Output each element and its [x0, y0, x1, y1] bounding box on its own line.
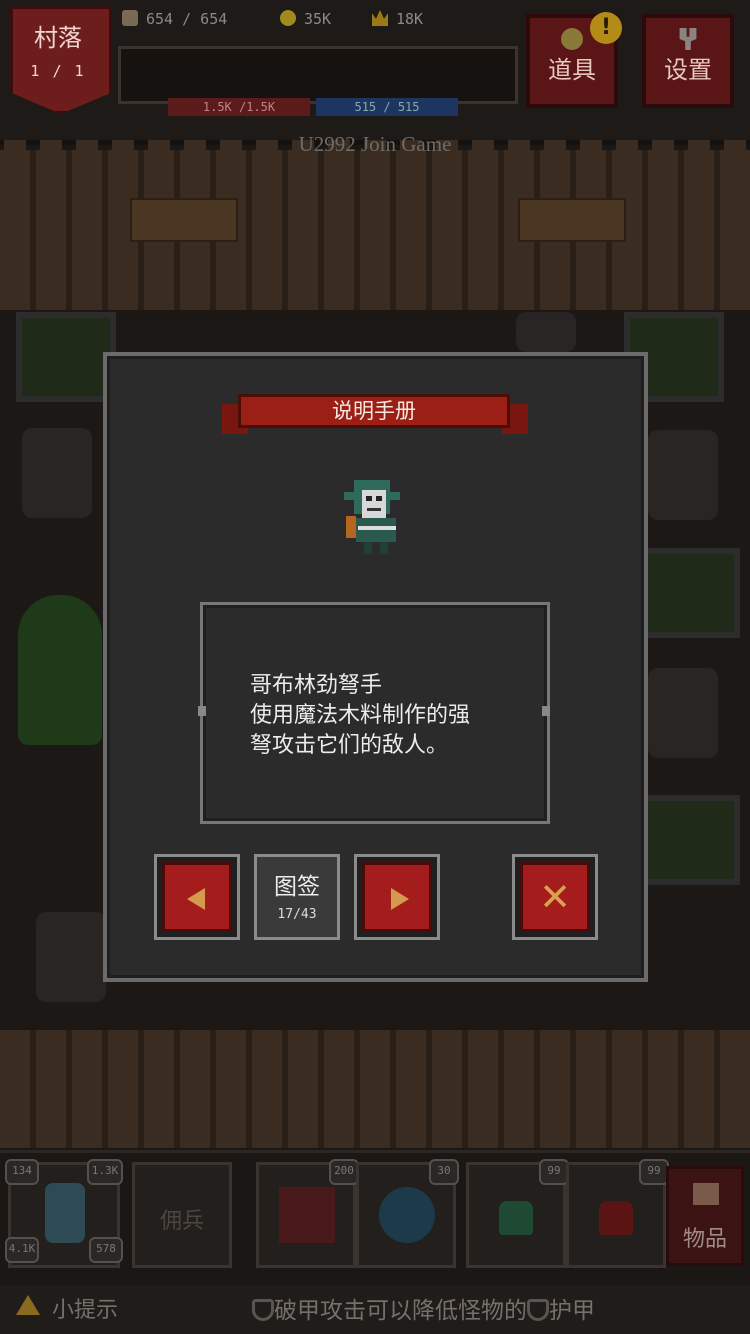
tip-text-part2: 护甲 — [549, 1298, 595, 1324]
items-button[interactable]: 物品 — [666, 1166, 744, 1266]
previous-button[interactable] — [154, 854, 240, 940]
goblin-crossbowman-sprite — [344, 480, 400, 554]
crown-icon — [372, 10, 388, 26]
settings-button[interactable]: 设置 — [642, 14, 734, 108]
mercenary-slot[interactable]: 佣兵 — [132, 1162, 232, 1268]
description-line: 弩攻击它们的敌人。 — [250, 733, 449, 758]
top-fence — [0, 140, 750, 310]
skill-badge: 200 — [329, 1159, 359, 1185]
monster-name: 哥布林劲弩手 — [250, 673, 383, 698]
warning-icon — [16, 1295, 40, 1315]
notification-badge: ! — [590, 12, 622, 44]
potion-badge: 99 — [639, 1159, 669, 1185]
box-notch-right — [542, 706, 550, 716]
red-potion-icon — [599, 1201, 633, 1235]
potion-slot-red[interactable]: 99 — [566, 1159, 669, 1268]
market-stall-roof — [518, 198, 626, 242]
mp-bar: 515 / 515 — [316, 98, 458, 116]
crossed-swords-icon — [279, 1187, 335, 1243]
arrow-right-icon — [391, 888, 409, 910]
gold-stat: 35K — [280, 10, 331, 28]
coin-icon — [280, 10, 296, 26]
garden-plot[interactable] — [640, 548, 740, 638]
skill-slot-crossed-swords[interactable]: 200 — [256, 1159, 359, 1268]
previous-button-face — [162, 862, 232, 932]
village-level: 1 / 1 — [30, 62, 86, 80]
potion-slot-green[interactable]: 99 — [466, 1159, 569, 1268]
crown-stat: 18K — [372, 10, 423, 28]
tip-text: 破甲攻击可以降低怪物的 护甲 — [252, 1291, 595, 1325]
settings-label: 设置 — [664, 56, 712, 84]
description-line: 使用魔法木料制作的强 — [250, 703, 471, 728]
next-button-face — [362, 862, 432, 932]
arrow-left-icon — [187, 888, 205, 910]
items-label: 物品 — [682, 1227, 727, 1252]
hero-slot[interactable]: 134 1.3K 4.1K 578 — [5, 1159, 123, 1268]
village-title: 村落 — [34, 24, 82, 52]
villager-npc[interactable] — [516, 312, 576, 352]
villager-npc[interactable] — [22, 428, 92, 518]
box-notch-left — [198, 706, 206, 716]
skill-badge: 30 — [429, 1159, 459, 1185]
skill-slot-shield[interactable]: 30 — [356, 1159, 459, 1268]
hero-portrait — [45, 1183, 85, 1243]
inventory-stat: 654 / 654 — [122, 10, 227, 28]
tip-text-part1: 破甲攻击可以降低怪物的 — [274, 1298, 527, 1324]
guide-count: 17/43 — [277, 907, 317, 922]
garden-plot[interactable] — [16, 312, 116, 402]
hero-stat-badge: 1.3K — [87, 1159, 123, 1185]
mercenary-label: 佣兵 — [159, 1209, 204, 1234]
next-button[interactable] — [354, 854, 440, 940]
garden-plot[interactable] — [640, 795, 740, 885]
green-potion-icon — [499, 1201, 533, 1235]
villager-npc[interactable] — [648, 430, 718, 520]
close-button[interactable]: ✕ — [512, 854, 598, 940]
wrench-icon — [679, 28, 697, 50]
potion-icon — [561, 28, 583, 50]
potion-badge: 99 — [539, 1159, 569, 1185]
chest-icon — [693, 1183, 719, 1205]
knight-npc[interactable] — [648, 668, 718, 758]
armor-icon — [527, 1299, 549, 1321]
close-button-face: ✕ — [520, 862, 590, 932]
tip-label: 小提示 — [52, 1298, 119, 1323]
hero-stat-badge: 134 — [5, 1159, 39, 1185]
progress-frame — [118, 46, 518, 104]
hero-stat-badge: 578 — [89, 1237, 123, 1263]
hp-bar: 1.5K /1.5K — [168, 98, 310, 116]
hero-stat-badge: 4.1K — [5, 1237, 39, 1263]
tree — [18, 595, 102, 745]
armor-break-icon — [252, 1299, 274, 1321]
market-stall-roof — [130, 198, 238, 242]
bag-icon — [122, 10, 138, 26]
dialog-title: 说明手册 — [332, 399, 416, 423]
shield-person-icon — [379, 1187, 435, 1243]
bottom-fence — [0, 1030, 750, 1148]
items-tool-label: 道具 — [548, 56, 596, 84]
guide-label: 图签 — [274, 874, 320, 900]
guide-button[interactable]: 图签 17/43 — [254, 854, 340, 940]
close-icon: ✕ — [539, 875, 571, 919]
join-game-text: U2992 Join Game — [298, 132, 452, 156]
villager-npc[interactable] — [36, 912, 106, 1002]
